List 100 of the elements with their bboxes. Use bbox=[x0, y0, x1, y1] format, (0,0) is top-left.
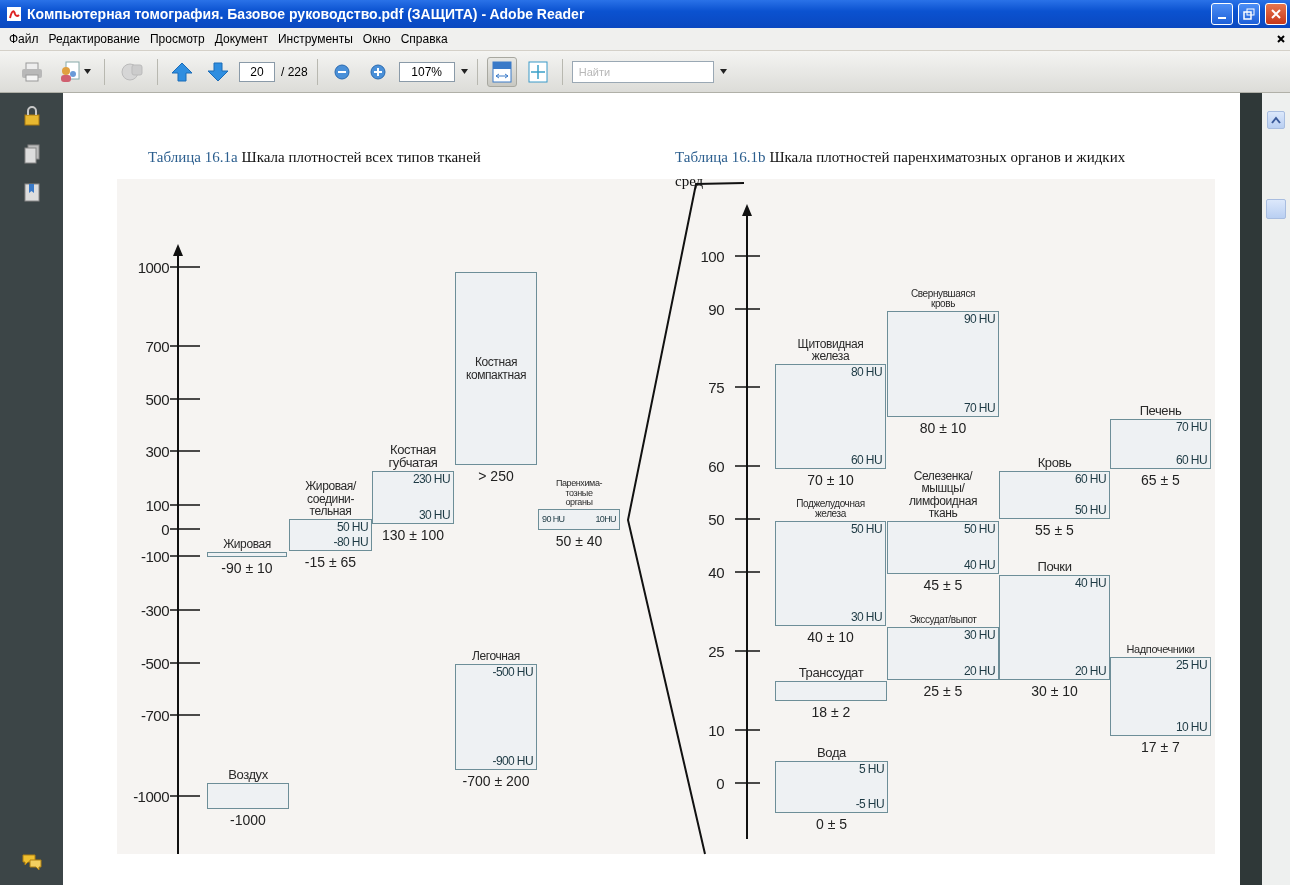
menu-item[interactable]: Редактирование bbox=[43, 32, 145, 46]
scroll-thumb[interactable] bbox=[1266, 199, 1286, 219]
tissue-label: Экссудат/выпот bbox=[909, 614, 977, 625]
axis-label: -700 bbox=[139, 706, 169, 724]
range-caption: 40 ± 10 bbox=[807, 629, 854, 645]
hu-value: 90 HU bbox=[964, 313, 995, 326]
range-caption: 25 ± 5 bbox=[923, 683, 963, 699]
caret-icon[interactable] bbox=[719, 69, 727, 74]
axis-label: -100 bbox=[139, 547, 169, 565]
hu-value: 50 HU bbox=[964, 523, 995, 536]
hu-value: 40 HU bbox=[964, 559, 995, 572]
tissue-label: Транссудат bbox=[798, 665, 864, 679]
hu-value: 30 HU bbox=[419, 509, 450, 522]
search-field[interactable]: Найти bbox=[571, 60, 714, 83]
hu-value: -5 HU bbox=[855, 798, 884, 811]
hu-value: 230 HU bbox=[412, 473, 450, 486]
axis-label: 40 bbox=[707, 563, 724, 581]
plus-icon bbox=[368, 62, 387, 81]
pdf-icon bbox=[6, 6, 22, 22]
minimize-icon bbox=[1218, 16, 1226, 19]
window-title: Компьютерная томография. Базовое руководство.pdf (ЗАЩИТА) - Adobe Reader bbox=[27, 6, 586, 22]
hu-value: 80 HU bbox=[851, 366, 882, 379]
axis-label: 50 bbox=[707, 510, 724, 528]
range-caption: 17 ± 7 bbox=[1141, 739, 1180, 755]
menu-item[interactable]: Файл bbox=[4, 32, 44, 46]
tissue-label: Селезенка/ мышцы/ лимфоидная ткань bbox=[909, 470, 977, 519]
range-caption: -90 ± 10 bbox=[221, 560, 273, 576]
axis-label: 300 bbox=[144, 442, 169, 460]
range-caption: 50 ± 40 bbox=[555, 533, 603, 549]
menu-item[interactable]: Документ bbox=[209, 32, 273, 46]
axis-label: 500 bbox=[144, 390, 169, 408]
range-caption: 18 ± 2 bbox=[811, 704, 851, 720]
menu-item[interactable]: Справка bbox=[395, 32, 453, 46]
tissue-label: Воздух bbox=[228, 767, 268, 781]
range-caption: 55 ± 5 bbox=[1035, 522, 1074, 538]
range-caption: 70 ± 10 bbox=[807, 472, 854, 488]
page-total: / 228 bbox=[281, 64, 308, 79]
caret-icon bbox=[84, 69, 91, 74]
table-caption: Таблица 16.1a Шкала плотностей всех типов тканей bbox=[148, 148, 482, 167]
hu-value: -500 HU bbox=[492, 666, 533, 679]
tissue-label: Вода bbox=[817, 745, 846, 759]
comments-icon bbox=[20, 851, 43, 873]
range-caption: -1000 bbox=[230, 812, 266, 828]
axis-label: 25 bbox=[707, 642, 724, 660]
hu-value: 90 HU bbox=[542, 513, 565, 526]
fit-width-button[interactable] bbox=[486, 56, 517, 87]
hu-value: 50 HU bbox=[851, 523, 882, 536]
hu-value: 70 HU bbox=[1176, 421, 1207, 434]
axis-label: 100 bbox=[699, 247, 724, 265]
range-caption: > 250 bbox=[478, 468, 514, 484]
hu-value: 50 HU bbox=[1075, 504, 1106, 517]
close-button[interactable] bbox=[1265, 3, 1287, 25]
range-caption: 45 ± 5 bbox=[923, 577, 963, 593]
tissue-label: Костная губчатая bbox=[388, 442, 438, 469]
range-caption: 0 ± 5 bbox=[816, 816, 847, 832]
hu-value: 50 HU bbox=[337, 521, 368, 534]
chevron-up-icon bbox=[1271, 116, 1281, 124]
range-caption: 80 ± 10 bbox=[919, 420, 967, 436]
range-caption: 130 ± 100 bbox=[381, 527, 445, 543]
hu-value: -900 HU bbox=[492, 755, 533, 768]
hu-value: 20 HU bbox=[964, 665, 995, 678]
tissue-label: Жировая/ соедини- тельная bbox=[305, 480, 356, 517]
table-caption: Таблица 16.1b Шкала плотностей паренхиматозных органов и жидких сред bbox=[675, 148, 1127, 191]
hu-value: 20 HU bbox=[1075, 665, 1106, 678]
axis-label: -1000 bbox=[132, 787, 169, 805]
menu-item[interactable]: Окно bbox=[357, 32, 396, 46]
axis-label: 60 bbox=[707, 457, 724, 475]
hu-value: 30 HU bbox=[851, 611, 882, 624]
minus-icon bbox=[332, 62, 351, 81]
hu-value: 5 HU bbox=[859, 763, 884, 776]
hu-value: 10 HU bbox=[1176, 721, 1207, 734]
range-caption: -700 ± 200 bbox=[462, 773, 530, 789]
restore-button[interactable] bbox=[1238, 3, 1260, 25]
hu-value: 40 HU bbox=[1075, 577, 1106, 590]
axis-label: 75 bbox=[707, 378, 724, 396]
close-icon[interactable] bbox=[1276, 34, 1286, 44]
tissue-label: Паренхима- тозные органы bbox=[555, 479, 603, 507]
tissue-label: Кровь bbox=[1037, 455, 1072, 469]
tissue-label: Свернувшаяся кровь bbox=[911, 288, 975, 309]
menu-item[interactable]: Инструменты bbox=[273, 32, 358, 46]
axis-label: 700 bbox=[144, 337, 169, 355]
axis-label: 0 bbox=[715, 774, 724, 792]
tissue-label: Печень bbox=[1139, 403, 1182, 417]
hu-value: 30 HU bbox=[964, 629, 995, 642]
hu-value: 10HU bbox=[595, 513, 616, 526]
caret-icon[interactable] bbox=[460, 69, 468, 74]
axis-label: -500 bbox=[139, 654, 169, 672]
tissue-label: Легочная bbox=[472, 649, 520, 662]
tissue-label: Щитовидная железа bbox=[797, 337, 864, 362]
minimize-button[interactable] bbox=[1211, 3, 1233, 25]
close-icon bbox=[1270, 8, 1282, 20]
restore-icon bbox=[1243, 8, 1255, 20]
zoom-field[interactable]: 107% bbox=[398, 61, 455, 82]
scroll-up-button[interactable] bbox=[1267, 111, 1285, 129]
range-caption: 65 ± 5 bbox=[1141, 472, 1180, 488]
axis-label: 10 bbox=[707, 721, 724, 739]
menu-item[interactable]: Просмотр bbox=[144, 32, 210, 46]
axis-label: 100 bbox=[144, 496, 169, 514]
tissue-label: Жировая bbox=[223, 537, 271, 550]
page-number-field[interactable]: 20 bbox=[239, 61, 275, 82]
